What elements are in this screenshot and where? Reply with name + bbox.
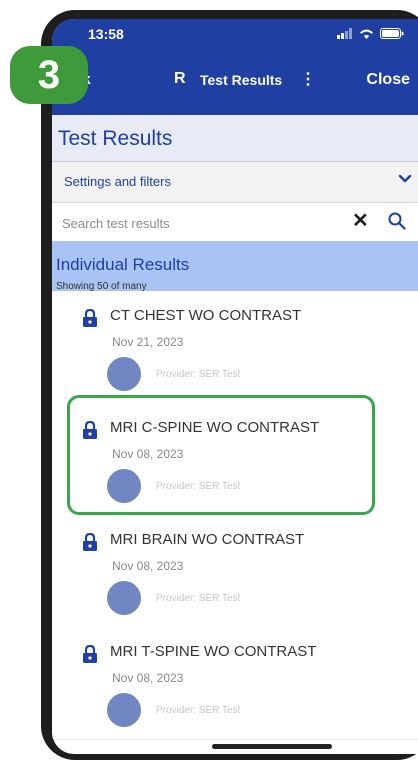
close-button[interactable]: Close xyxy=(366,71,410,89)
result-provider: Provider: SER Test xyxy=(156,705,241,716)
search-bar: ✕ xyxy=(52,203,418,242)
settings-filters-toggle[interactable]: Settings and filters xyxy=(52,162,418,203)
home-indicator xyxy=(212,744,332,749)
section-title: Individual Results xyxy=(56,255,190,274)
patient-initial[interactable]: R xyxy=(174,70,186,88)
navigation-bar: ck R Test Results ⋮ Close xyxy=(52,49,418,115)
highlight-box xyxy=(67,395,375,515)
lock-icon xyxy=(83,645,97,663)
page-title: Test Results xyxy=(58,127,173,150)
nav-title: Test Results xyxy=(200,72,283,88)
search-input[interactable] xyxy=(60,211,344,235)
wifi-icon xyxy=(360,29,373,39)
step-number-badge: 3 xyxy=(10,46,88,104)
signal-icon xyxy=(337,28,352,39)
page-title-bar: Test Results xyxy=(52,115,418,162)
app-screen: 13:58 ck R Test Results ⋮ Close xyxy=(52,19,418,754)
individual-results-header: Individual Results Showing 50 of many xyxy=(52,241,418,292)
battery-icon xyxy=(380,28,404,39)
system-icons xyxy=(337,28,404,39)
result-item[interactable]: MRI BRAIN WO CONTRAST Nov 08, 2023 Provi… xyxy=(52,515,418,628)
result-date: Nov 08, 2023 xyxy=(112,671,184,685)
status-bar: 13:58 xyxy=(52,19,418,49)
result-item[interactable]: CT CHEST WO CONTRAST Nov 21, 2023 Provid… xyxy=(52,291,418,404)
lock-icon xyxy=(83,309,97,327)
filters-label: Settings and filters xyxy=(64,174,171,189)
close-icon[interactable]: ✕ xyxy=(352,208,369,233)
result-title: CT CHEST WO CONTRAST xyxy=(110,307,302,324)
search-icon[interactable] xyxy=(388,212,406,230)
chevron-down-icon xyxy=(398,174,412,183)
result-date: Nov 21, 2023 xyxy=(112,335,184,349)
more-menu-button[interactable]: ⋮ xyxy=(300,69,316,89)
status-time: 13:58 xyxy=(88,26,124,42)
result-title: MRI T-SPINE WO CONTRAST xyxy=(110,643,317,660)
result-item[interactable]: MRI T-SPINE WO CONTRAST Nov 08, 2023 Pro… xyxy=(52,627,418,740)
avatar xyxy=(107,693,141,727)
result-provider: Provider: SER Test xyxy=(156,369,241,380)
avatar xyxy=(107,581,141,615)
lock-icon xyxy=(83,533,97,551)
result-provider: Provider: SER Test xyxy=(156,593,241,604)
avatar xyxy=(107,357,141,391)
result-date: Nov 08, 2023 xyxy=(112,559,184,573)
result-title: MRI BRAIN WO CONTRAST xyxy=(110,531,305,548)
